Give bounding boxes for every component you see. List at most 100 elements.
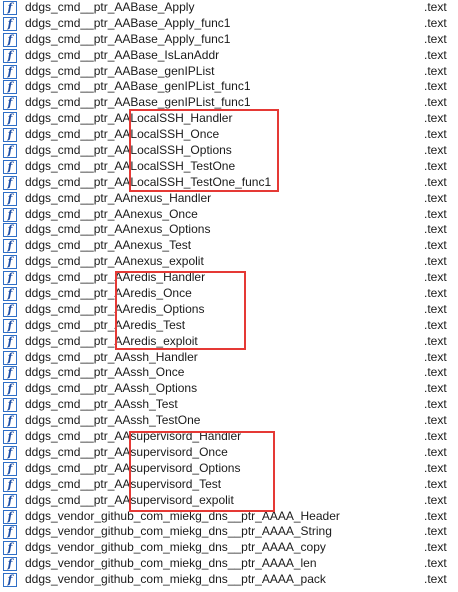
segment-label: .text [424,381,447,396]
function-row[interactable]: f ddgs_cmd__ptr_AAredis_exploit .text [0,334,458,350]
function-row[interactable]: f ddgs_cmd__ptr_AAnexus_Once .text [0,207,458,223]
segment-label: .text [424,174,447,189]
function-row[interactable]: f ddgs_cmd__ptr_AAredis_Handler .text [0,270,458,286]
function-row[interactable]: f ddgs_cmd__ptr_AALocalSSH_TestOne_func1.… [0,175,458,191]
function-row[interactable]: f ddgs_cmd__ptr_AABase_genIPList_func1 .te… [0,95,458,111]
function-icon: f [3,382,17,397]
segment-label: .text [424,95,447,110]
function-row[interactable]: f ddgs_cmd__ptr_AAnexus_Test .text [0,238,458,254]
function-row[interactable]: f ddgs_cmd__ptr_AAssh_TestOne .text [0,413,458,429]
function-row[interactable]: f ddgs_cmd__ptr_AABase_Apply .text [0,0,458,16]
function-name: ddgs_cmd__ptr_AAredis_Once [25,286,192,301]
function-row[interactable]: f ddgs_cmd__ptr_AABase_Apply_func1 .text [0,32,458,48]
function-name: ddgs_vendor_github_com_miekg_dns__ptr_AA… [25,540,326,555]
segment-label: .text [424,397,447,412]
function-row[interactable]: f ddgs_cmd__ptr_AALocalSSH_Once .text [0,127,458,143]
segment-label: .text [424,31,447,46]
function-name: ddgs_cmd__ptr_AAnexus_expolit [25,254,204,269]
function-row[interactable]: f ddgs_cmd__ptr_AAredis_Once .text [0,286,458,302]
function-icon: f [3,318,17,333]
function-row[interactable]: f ddgs_cmd__ptr_AAssh_Once .text [0,365,458,381]
function-row[interactable]: f ddgs_cmd__ptr_AALocalSSH_Options .text [0,143,458,159]
function-row[interactable]: f ddgs_cmd__ptr_AABase_genIPList_func1 .te… [0,79,458,95]
function-row[interactable]: f ddgs_cmd__ptr_AAredis_Options .text [0,302,458,318]
function-row[interactable]: f ddgs_vendor_github_com_miekg_dns__ptr_A… [0,509,458,525]
segment-label: .text [424,492,447,507]
function-icon: f [3,477,17,492]
function-row[interactable]: f ddgs_cmd__ptr_AAnexus_Handler .text [0,191,458,207]
segment-label: .text [424,365,447,380]
function-row[interactable]: f ddgs_cmd__ptr_AALocalSSH_TestOne .text [0,159,458,175]
function-icon: f [3,96,17,111]
function-row[interactable]: f ddgs_cmd__ptr_AAsupervisord_Once .text [0,445,458,461]
function-row[interactable]: f ddgs_cmd__ptr_AAssh_Options .text [0,381,458,397]
function-name: ddgs_cmd__ptr_AAssh_Options [25,381,198,396]
segment-label: .text [424,429,447,444]
function-icon: f [3,80,17,95]
segment-label: .text [424,190,447,205]
function-name: ddgs_cmd__ptr_AAsupervisord_Handler [25,429,242,444]
function-row[interactable]: f ddgs_vendor_github_com_miekg_dns__ptr_A… [0,524,458,540]
segment-label: .text [424,63,447,78]
function-name: ddgs_cmd__ptr_AAnexus_Once [25,206,198,221]
function-icon: f [3,175,17,190]
segment-label: .text [424,317,447,332]
function-icon: f [3,398,17,413]
function-icon: f [3,573,17,588]
segment-label: .text [424,286,447,301]
function-row[interactable]: f ddgs_cmd__ptr_AAsupervisord_expolit .tex… [0,493,458,509]
function-icon: f [3,271,17,286]
function-name: ddgs_cmd__ptr_AABase_Apply [25,0,195,14]
segment-label: .text [424,333,447,348]
function-row[interactable]: f ddgs_cmd__ptr_AABase_IsLanAddr .text [0,48,458,64]
segment-label: .text [424,270,447,285]
function-row[interactable]: f ddgs_vendor_github_com_miekg_dns__ptr_A… [0,556,458,572]
function-row[interactable]: f ddgs_cmd__ptr_AAnexus_expolit .text [0,254,458,270]
function-name: ddgs_cmd__ptr_AAsupervisord_expolit [25,492,234,507]
segment-label: .text [424,444,447,459]
function-row[interactable]: f ddgs_cmd__ptr_AAnexus_Options .text [0,222,458,238]
function-name: ddgs_cmd__ptr_AALocalSSH_TestOne_func1 [25,174,272,189]
function-icon: f [3,414,17,429]
function-name: ddgs_cmd__ptr_AAredis_exploit [25,333,198,348]
function-row[interactable]: f ddgs_cmd__ptr_AAssh_Test .text [0,397,458,413]
function-row[interactable]: f ddgs_cmd__ptr_AAssh_Handler .text [0,350,458,366]
function-name: ddgs_cmd__ptr_AAnexus_Test [25,238,192,253]
function-icon: f [3,509,17,524]
function-name: ddgs_vendor_github_com_miekg_dns__ptr_AA… [25,508,340,523]
segment-label: .text [424,572,447,587]
function-row[interactable]: f ddgs_cmd__ptr_AAredis_Test .text [0,318,458,334]
function-name: ddgs_cmd__ptr_AAssh_Handler [25,349,198,364]
function-icon: f [3,239,17,254]
function-icon: f [3,287,17,302]
segment-label: .text [424,111,447,126]
function-name: ddgs_cmd__ptr_AABase_Apply_func1 [25,15,231,30]
function-name: ddgs_vendor_github_com_miekg_dns__ptr_AA… [25,556,317,571]
function-name: ddgs_cmd__ptr_AAnexus_Options [25,222,211,237]
function-row[interactable]: f ddgs_vendor_github_com_miekg_dns__ptr_A… [0,540,458,556]
function-row[interactable]: f ddgs_cmd__ptr_AABase_Apply_func1 .text [0,16,458,32]
segment-label: .text [424,238,447,253]
function-row[interactable]: f ddgs_cmd__ptr_AAsupervisord_Test .text [0,477,458,493]
function-icon: f [3,350,17,365]
segment-label: .text [424,47,447,62]
function-icon: f [3,48,17,63]
function-icon: f [3,207,17,222]
function-name: ddgs_cmd__ptr_AAnexus_Handler [25,190,212,205]
function-row[interactable]: f ddgs_cmd__ptr_AALocalSSH_Handler .text [0,111,458,127]
function-name: ddgs_cmd__ptr_AAredis_Test [25,317,186,332]
function-name: ddgs_cmd__ptr_AAsupervisord_Once [25,444,228,459]
function-name: ddgs_cmd__ptr_AABase_Apply_func1 [25,31,231,46]
function-icon: f [3,255,17,270]
function-name: ddgs_cmd__ptr_AABase_genIPList_func1 [25,79,251,94]
function-name: ddgs_cmd__ptr_AAredis_Options [25,301,205,316]
function-row[interactable]: f ddgs_vendor_github_com_miekg_dns__ptr_A… [0,572,458,588]
segment-label: .text [424,349,447,364]
function-name: ddgs_cmd__ptr_AABase_genIPList [25,63,215,78]
segment-label: .text [424,413,447,428]
function-name: ddgs_cmd__ptr_AALocalSSH_Once [25,127,220,142]
function-row[interactable]: f ddgs_cmd__ptr_AAsupervisord_Options .tex… [0,461,458,477]
function-row[interactable]: f ddgs_cmd__ptr_AAsupervisord_Handler .tex… [0,429,458,445]
function-row[interactable]: f ddgs_cmd__ptr_AABase_genIPList .text [0,64,458,80]
function-icon: f [3,461,17,476]
